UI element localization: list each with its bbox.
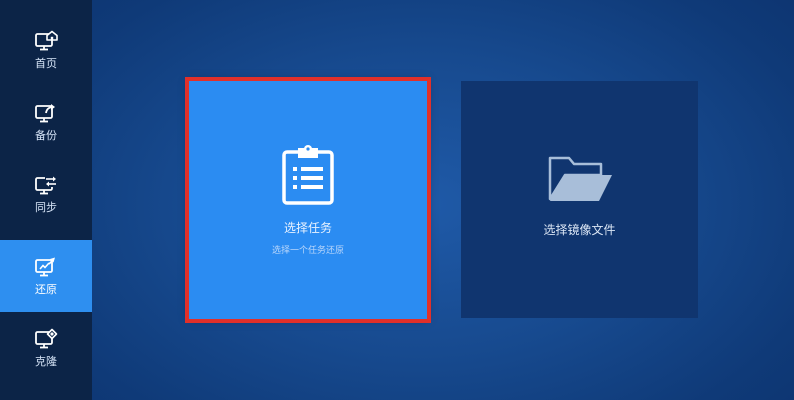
select-image-file-card[interactable]: 选择镜像文件 bbox=[461, 81, 698, 318]
open-folder-icon bbox=[548, 156, 612, 201]
card-title: 选择任务 bbox=[283, 221, 332, 235]
sidebar-item-label: 备份 bbox=[35, 129, 57, 142]
sync-monitor-icon bbox=[35, 176, 57, 195]
card-subtitle: 选择一个任务还原 bbox=[271, 246, 344, 256]
backup-monitor-icon bbox=[35, 104, 55, 123]
sidebar-item-home[interactable]: 首页 bbox=[0, 14, 92, 86]
restore-monitor-icon bbox=[35, 257, 55, 277]
sidebar-item-label: 克隆 bbox=[35, 355, 57, 368]
home-monitor-icon bbox=[35, 30, 58, 51]
sidebar-item-restore[interactable]: 还原 bbox=[0, 240, 92, 312]
clipboard-list-icon bbox=[282, 145, 334, 205]
sidebar-item-sync[interactable]: 同步 bbox=[0, 158, 92, 230]
app-window: 首页 备份 同步 还原 克隆 选择任务 选择一个任务还原 选择镜像文件 bbox=[0, 0, 794, 400]
sidebar-item-label: 首页 bbox=[35, 57, 57, 70]
sidebar-item-label: 还原 bbox=[35, 283, 57, 296]
main-content: 选择任务 选择一个任务还原 选择镜像文件 bbox=[92, 0, 794, 400]
clone-monitor-icon bbox=[35, 328, 58, 349]
sidebar-item-backup[interactable]: 备份 bbox=[0, 86, 92, 158]
card-title: 选择镜像文件 bbox=[543, 223, 616, 237]
select-task-card[interactable]: 选择任务 选择一个任务还原 bbox=[185, 77, 431, 323]
sidebar-item-clone[interactable]: 克隆 bbox=[0, 312, 92, 384]
sidebar-item-label: 同步 bbox=[35, 201, 57, 214]
sidebar: 首页 备份 同步 还原 克隆 bbox=[0, 0, 92, 400]
